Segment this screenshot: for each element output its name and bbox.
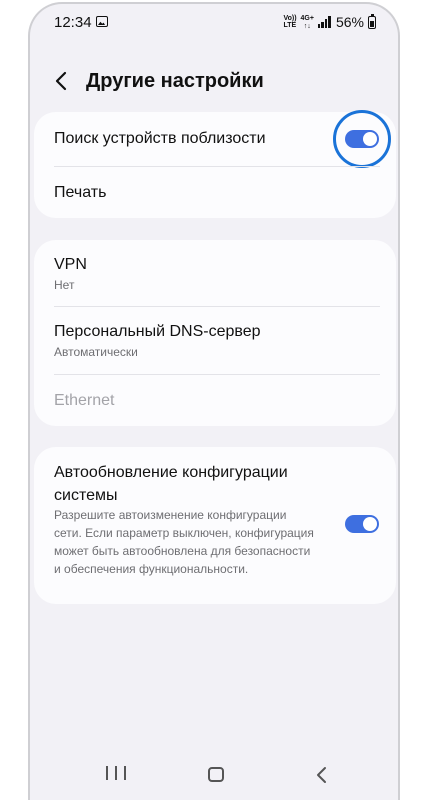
home-icon[interactable] [208, 767, 224, 782]
vpn-value: Нет [54, 278, 75, 292]
print-row[interactable]: Печать [34, 167, 396, 218]
signal-icon [317, 16, 332, 28]
recents-icon[interactable] [106, 766, 126, 784]
back-icon[interactable] [312, 765, 332, 785]
settings-card-network: VPN Нет Персональный DNS-сервер Автомати… [34, 240, 396, 426]
gallery-icon [96, 16, 108, 27]
phone-screen: 12:34 Vo)) LTE 4G+ ↑↓ 56% Другие настрой… [28, 2, 400, 800]
network-indicator: 4G+ ↑↓ [301, 15, 314, 30]
settings-card-auto-update[interactable]: Автообновление конфигурации системы Разр… [34, 447, 396, 604]
battery-icon [368, 13, 376, 29]
vpn-row[interactable]: VPN Нет [34, 240, 396, 306]
chevron-left-icon [55, 71, 67, 91]
vpn-label: VPN [54, 256, 87, 273]
toggle-knob [363, 132, 377, 146]
volte-top-text: Vo)) [283, 15, 297, 22]
settings-card-nearby-print: Поиск устройств поблизости Печать [34, 110, 396, 218]
network-type: 4G+ [300, 14, 314, 22]
page-header: Другие настройки [30, 62, 398, 102]
ethernet-row: Ethernet [34, 375, 396, 426]
ethernet-label: Ethernet [54, 392, 115, 409]
status-indicators: Vo)) LTE 4G+ ↑↓ 56% [283, 13, 376, 31]
toggle-knob [363, 517, 377, 531]
network-arrows: ↑↓ [303, 22, 311, 30]
auto-update-label: Автообновление конфигурации системы [54, 464, 288, 504]
nearby-devices-label: Поиск устройств поблизости [54, 130, 266, 147]
status-bar: 12:34 Vo)) LTE 4G+ ↑↓ 56% [30, 4, 398, 42]
navigation-bar [30, 750, 398, 800]
auto-update-description: Разрешите автоизменение конфигурации сет… [54, 508, 314, 576]
back-button[interactable] [50, 66, 74, 96]
print-label: Печать [54, 184, 107, 201]
nearby-devices-row[interactable]: Поиск устройств поблизости [34, 110, 396, 168]
nearby-devices-toggle[interactable] [345, 130, 379, 148]
page-title: Другие настройки [86, 70, 264, 92]
dns-row[interactable]: Персональный DNS-сервер Автоматически [34, 307, 396, 374]
dns-value: Автоматически [54, 345, 138, 359]
auto-update-toggle[interactable] [345, 515, 379, 533]
volte-bottom-text: LTE [283, 22, 297, 29]
battery-percentage: 56% [335, 14, 364, 30]
dns-label: Персональный DNS-сервер [54, 323, 261, 340]
volte-indicator: Vo)) LTE [283, 15, 296, 29]
status-time: 12:34 [54, 14, 92, 31]
